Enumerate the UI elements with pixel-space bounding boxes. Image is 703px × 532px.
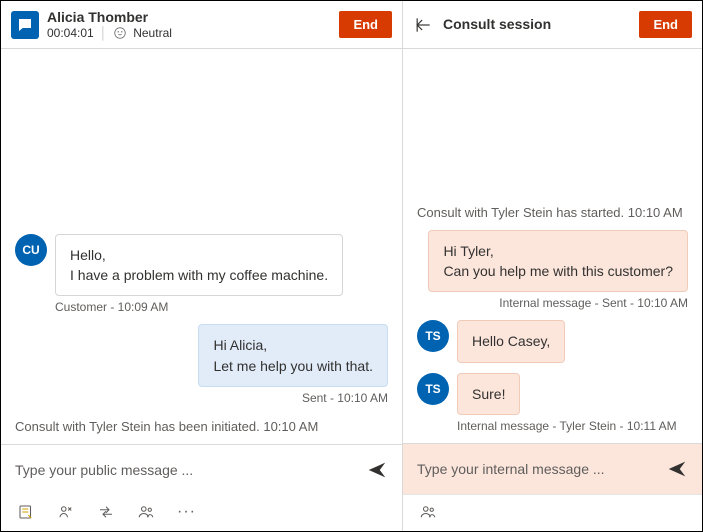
sentiment-label: Neutral [133,26,172,40]
system-message: Consult with Tyler Stein has been initia… [15,419,388,434]
chat-icon [11,11,39,39]
agent-message-bubble: Hi Alicia, Let me help you with that. [198,324,388,387]
message-row: Hi Tyler, Can you help me with this cust… [417,230,688,293]
consult-conversation: Consult with Tyler Stein has started. 10… [403,49,702,443]
customer-conversation: CU Hello, I have a problem with my coffe… [1,49,402,444]
header-meta: Alicia Thomber 00:04:01 │ Neutral [47,9,339,39]
header-subline: 00:04:01 │ Neutral [47,26,339,40]
message-text: Can you help me with this customer? [443,261,673,281]
public-message-input[interactable] [15,462,356,478]
internal-composer [403,443,702,494]
session-timer: 00:04:01 [47,26,94,40]
message-meta: Customer - 10:09 AM [55,300,388,314]
transfer-icon[interactable] [97,503,115,521]
message-text: I have a problem with my coffee machine. [70,265,328,285]
people-icon[interactable] [137,503,155,521]
message-meta: Internal message - Tyler Stein - 10:11 A… [457,419,688,433]
consult-header: Consult session End [403,1,702,49]
message-meta: Sent - 10:10 AM [15,391,388,405]
end-consult-button[interactable]: End [639,11,692,38]
back-icon[interactable] [413,15,433,35]
consult-toolbar [403,494,702,531]
notes-icon[interactable] [17,503,35,521]
customer-chat-header: Alicia Thomber 00:04:01 │ Neutral End [1,1,402,49]
avatar: TS [417,373,449,405]
message-row: Hi Alicia, Let me help you with that. [15,324,388,387]
message-row: TS Sure! [417,373,688,415]
send-icon[interactable] [666,458,688,480]
message-meta: Internal message - Sent - 10:10 AM [417,296,688,310]
message-text: Sure! [472,386,505,402]
system-message: Consult with Tyler Stein has started. 10… [417,205,688,220]
customer-name: Alicia Thomber [47,9,339,25]
consult-title: Consult session [443,16,639,32]
consultant-message-bubble: Hello Casey, [457,320,565,362]
message-row: TS Hello Casey, [417,320,688,362]
avatar: CU [15,234,47,266]
send-icon[interactable] [366,459,388,481]
public-composer [1,444,402,495]
customer-chat-pane: Alicia Thomber 00:04:01 │ Neutral End CU… [1,1,403,531]
consultant-message-bubble: Sure! [457,373,520,415]
message-text: Hi Alicia, [213,335,373,355]
people-icon[interactable] [419,503,437,521]
message-text: Let me help you with that. [213,356,373,376]
customer-message-bubble: Hello, I have a problem with my coffee m… [55,234,343,297]
chat-toolbar: ··· [1,495,402,531]
link-person-icon[interactable] [57,503,75,521]
message-text: Hi Tyler, [443,241,673,261]
message-text: Hello, [70,245,328,265]
message-text: Hello Casey, [472,333,550,349]
message-row: CU Hello, I have a problem with my coffe… [15,234,388,297]
neutral-face-icon [113,26,127,40]
end-session-button[interactable]: End [339,11,392,38]
separator: │ [100,26,108,40]
internal-message-input[interactable] [417,461,656,477]
internal-message-bubble: Hi Tyler, Can you help me with this cust… [428,230,688,293]
consult-pane: Consult session End Consult with Tyler S… [403,1,702,531]
avatar: TS [417,320,449,352]
more-icon[interactable]: ··· [177,504,196,520]
